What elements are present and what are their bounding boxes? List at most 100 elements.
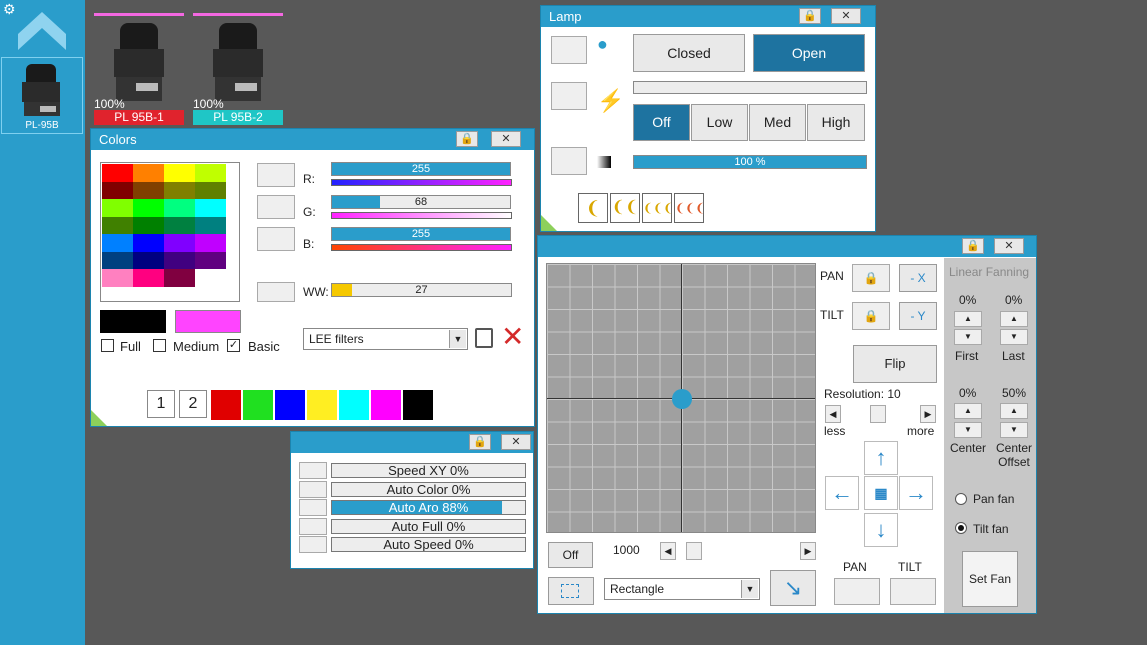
tilt-footer-button[interactable] (890, 578, 936, 605)
palette-swatch[interactable] (102, 216, 133, 234)
last-down-icon[interactable]: ▼ (1000, 329, 1028, 345)
lock-icon[interactable]: 🔒 (469, 434, 491, 450)
first-down-icon[interactable]: ▼ (954, 329, 982, 345)
offset-up-icon[interactable]: ▲ (1000, 403, 1028, 419)
palette-swatch[interactable] (195, 216, 226, 234)
home-chevron-icon[interactable] (16, 10, 68, 52)
close-icon[interactable]: ✕ (491, 131, 521, 147)
red-preset-button[interactable] (257, 163, 295, 187)
strobe-1-icon[interactable]: ❨ (578, 193, 608, 223)
target-color-swatch[interactable] (175, 310, 241, 333)
green-preset-button[interactable] (257, 195, 295, 219)
lock-icon[interactable]: 🔒 (456, 131, 478, 147)
resolution-less-icon[interactable]: ◀ (825, 405, 841, 423)
palette-swatch[interactable] (102, 269, 133, 287)
palette-swatch[interactable] (195, 199, 226, 217)
power-low-button[interactable]: Low (691, 104, 748, 141)
pan-footer-button[interactable] (834, 578, 880, 605)
invert-x-button[interactable]: - X (899, 264, 937, 292)
auto-slider[interactable]: Auto Full 0% (331, 518, 526, 534)
strobe-2-icon[interactable]: ❨❨ (610, 193, 640, 223)
green-slider[interactable]: 68 (331, 195, 511, 209)
resolution-more-icon[interactable]: ▶ (920, 405, 936, 423)
page-2-button[interactable]: 2 (179, 390, 207, 418)
center-down-icon[interactable]: ▼ (954, 422, 982, 438)
speed-left-icon[interactable]: ◀ (660, 542, 676, 560)
palette-swatch[interactable] (195, 269, 226, 287)
offset-down-icon[interactable]: ▼ (1000, 422, 1028, 438)
auto-preset-button[interactable] (299, 462, 327, 479)
quick-color-swatch[interactable] (403, 390, 433, 420)
auto-slider[interactable]: Speed XY 0% (331, 463, 526, 478)
quick-color-swatch[interactable] (243, 390, 273, 420)
resize-grip-icon[interactable] (91, 410, 107, 426)
pantilt-grid[interactable] (546, 263, 816, 533)
medium-checkbox[interactable] (153, 339, 166, 352)
fixture-thumb-1[interactable]: 100% PL 95B-1 (94, 13, 184, 125)
tilt-fan-radio[interactable] (955, 522, 967, 534)
position-marker[interactable] (672, 389, 692, 409)
lamp-bar[interactable] (633, 81, 867, 94)
palette-swatch[interactable] (133, 181, 164, 199)
sidebar-fixture-tile[interactable]: PL-95B (1, 57, 83, 134)
close-icon[interactable]: ✕ (501, 434, 531, 450)
speed-thumb[interactable] (686, 542, 702, 560)
red-slider[interactable]: 255 (331, 162, 511, 176)
pan-lock-icon[interactable]: 🔒 (852, 264, 890, 292)
palette-swatch[interactable] (195, 234, 226, 252)
palette-swatch[interactable] (102, 234, 133, 252)
invert-y-button[interactable]: - Y (899, 302, 937, 330)
power-med-button[interactable]: Med (749, 104, 806, 141)
palette-swatch[interactable] (133, 199, 164, 217)
palette-swatch[interactable] (195, 181, 226, 199)
quick-color-swatch[interactable] (339, 390, 369, 420)
quick-color-swatch[interactable] (371, 390, 401, 420)
set-fan-button[interactable]: Set Fan (962, 551, 1018, 607)
full-checkbox[interactable] (101, 339, 114, 352)
last-up-icon[interactable]: ▲ (1000, 311, 1028, 327)
palette-swatch[interactable] (133, 269, 164, 287)
auto-preset-button[interactable] (299, 536, 327, 553)
dimmer-preset-button[interactable] (551, 147, 587, 175)
pan-fan-radio[interactable] (955, 493, 967, 505)
speed-right-icon[interactable]: ▶ (800, 542, 816, 560)
palette-swatch[interactable] (133, 164, 164, 182)
selection-shape-icon[interactable] (548, 577, 594, 605)
palette-swatch[interactable] (164, 199, 195, 217)
lamp-window-title[interactable]: Lamp (541, 6, 875, 27)
resolution-thumb[interactable] (870, 405, 886, 423)
palette-swatch[interactable] (133, 216, 164, 234)
palette-swatch[interactable] (102, 251, 133, 269)
palette-swatch[interactable] (164, 216, 195, 234)
palette-swatch[interactable] (133, 234, 164, 252)
strobe-random-icon[interactable]: ❨❨❨ (674, 193, 705, 223)
close-icon[interactable]: ✕ (994, 238, 1024, 254)
auto-preset-button[interactable] (299, 517, 327, 535)
filter-select[interactable]: LEE filters ▼ (303, 328, 468, 350)
shutter-open-button[interactable]: Open (753, 34, 865, 72)
palette-swatch[interactable] (164, 234, 195, 252)
dimmer-slider[interactable]: 100 % (633, 155, 867, 169)
center-icon[interactable]: ▦ (864, 476, 898, 510)
palette-swatch[interactable] (195, 164, 226, 182)
palette-swatch[interactable] (164, 164, 195, 182)
quick-color-swatch[interactable] (275, 390, 305, 420)
page-1-button[interactable]: 1 (147, 390, 175, 418)
shutter-closed-button[interactable]: Closed (633, 34, 745, 72)
chevron-down-icon[interactable]: ▼ (741, 580, 758, 598)
tilt-lock-icon[interactable]: 🔒 (852, 302, 890, 330)
auto-slider[interactable]: Auto Speed 0% (331, 537, 526, 552)
motion-off-button[interactable]: Off (548, 542, 593, 568)
auto-preset-button[interactable] (299, 480, 327, 498)
color-palette[interactable] (100, 162, 240, 302)
ww-preset-button[interactable] (257, 282, 295, 302)
palette-swatch[interactable] (102, 199, 133, 217)
close-icon[interactable]: ✕ (831, 8, 861, 24)
palette-swatch[interactable] (164, 181, 195, 199)
blue-slider[interactable]: 255 (331, 227, 511, 241)
power-preset-button[interactable] (551, 82, 587, 110)
ww-slider[interactable]: 27 (331, 283, 512, 297)
shape-select[interactable]: Rectangle ▼ (604, 578, 760, 600)
arrow-left-icon[interactable]: ← (825, 476, 859, 510)
palette-swatch[interactable] (195, 251, 226, 269)
